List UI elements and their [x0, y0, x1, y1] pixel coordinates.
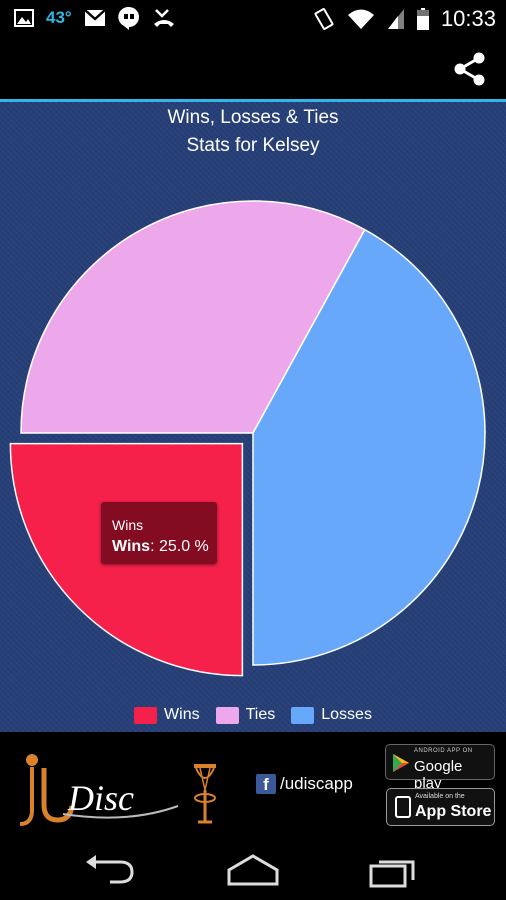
- legend-swatch: [291, 706, 315, 724]
- weather-temperature: 43°: [46, 8, 72, 27]
- legend-label: Wins: [164, 706, 200, 723]
- udisc-logo-text: Disc: [67, 778, 134, 818]
- share-icon[interactable]: [452, 52, 486, 86]
- app-store-badge[interactable]: Available on the App Store: [386, 788, 495, 826]
- action-bar: [0, 38, 506, 100]
- udisc-logo: Disc: [19, 754, 216, 826]
- legend-item-losses[interactable]: Losses: [291, 706, 372, 724]
- signal-icon: [387, 9, 404, 29]
- legend-swatch: [215, 706, 239, 724]
- home-icon[interactable]: [223, 852, 283, 888]
- google-play-caption: ANDROID APP ON: [414, 748, 473, 754]
- status-bar: 43° 10:33: [0, 0, 506, 38]
- google-play-icon: [393, 754, 409, 772]
- app-store-label: App Store: [415, 803, 492, 820]
- tooltip-value-line: Wins: 25.0 %: [112, 538, 209, 555]
- tooltip-title: Wins: [112, 517, 144, 533]
- chart-panel: Wins, Losses & Ties Stats for Kelsey Win…: [0, 102, 506, 732]
- google-play-label: Google play: [414, 758, 463, 792]
- gmail-icon: [83, 9, 106, 26]
- hangouts-icon: [118, 6, 139, 30]
- iphone-icon: [395, 796, 411, 818]
- facebook-link[interactable]: f /udiscapp: [256, 774, 353, 794]
- app-store-caption: Available on the: [415, 793, 465, 800]
- pie-chart: [9, 200, 486, 677]
- battery-icon: [416, 8, 429, 30]
- chart-legend: Wins Ties Losses: [0, 706, 506, 724]
- image-icon: [14, 9, 34, 27]
- missed-call-icon: [153, 9, 174, 27]
- legend-label: Losses: [321, 706, 372, 723]
- legend-item-wins[interactable]: Wins: [134, 706, 200, 724]
- navigation-bar: [0, 842, 506, 900]
- legend-swatch: [134, 706, 158, 724]
- recents-icon[interactable]: [365, 852, 425, 888]
- facebook-icon: f: [256, 774, 276, 794]
- promo-banner[interactable]: Disc f /udiscapp ANDROID APP ON Google p…: [0, 732, 506, 842]
- google-play-badge[interactable]: ANDROID APP ON Google play: [385, 744, 495, 792]
- chart-tooltip: Wins Wins: 25.0 %: [101, 502, 217, 564]
- facebook-handle: /udiscapp: [280, 774, 353, 793]
- back-icon[interactable]: [80, 852, 140, 888]
- vibrate-icon: [314, 8, 334, 30]
- wifi-icon: [347, 9, 374, 29]
- tooltip-label: Wins: [112, 538, 151, 555]
- clock: 10:33: [440, 6, 496, 31]
- tooltip-value: 25.0 %: [158, 538, 209, 555]
- legend-label: Ties: [245, 706, 276, 723]
- legend-item-ties[interactable]: Ties: [215, 706, 276, 724]
